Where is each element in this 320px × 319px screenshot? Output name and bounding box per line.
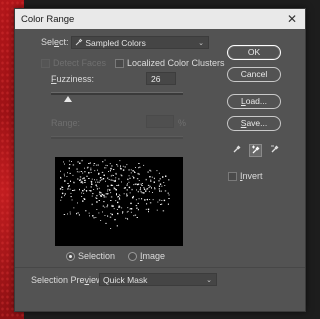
save-button[interactable]: Save... <box>227 116 281 131</box>
divider <box>15 267 305 268</box>
eyedropper-minus-icon[interactable] <box>268 144 281 157</box>
selection-preview-image <box>55 157 183 246</box>
range-label: Range: <box>51 118 81 128</box>
color-range-dialog: Color Range ✕ Select: Sampled Colors ⌄ D… <box>14 8 306 312</box>
image-radio[interactable] <box>128 252 137 261</box>
eyedropper-icon <box>75 38 85 48</box>
range-slider-track[interactable] <box>51 136 183 139</box>
title-bar: Color Range ✕ <box>15 9 305 29</box>
cancel-button[interactable]: Cancel <box>227 67 281 82</box>
range-unit: % <box>178 118 187 128</box>
selection-radio[interactable] <box>66 252 75 261</box>
selection-radio-label: Selection <box>78 251 116 261</box>
ok-button[interactable]: OK <box>227 45 281 60</box>
selection-preview-dropdown[interactable]: Quick Mask ⌄ <box>99 273 217 286</box>
selection-mask-speckles <box>59 159 170 229</box>
range-input[interactable] <box>146 115 174 128</box>
localized-clusters-label: Z Localized Color Clusters <box>124 58 225 68</box>
image-radio-label: Image <box>140 251 166 261</box>
invert-label: Invert <box>240 171 263 181</box>
chevron-down-icon: ⌄ <box>206 277 212 284</box>
selection-preview-label: Selection Preview: <box>31 275 106 285</box>
close-icon[interactable]: ✕ <box>287 12 297 26</box>
select-label: Select: <box>41 37 69 47</box>
dialog-title: Color Range <box>21 14 75 25</box>
select-dropdown[interactable]: Sampled Colors ⌄ <box>71 36 209 49</box>
invert-checkbox[interactable] <box>228 172 237 181</box>
fuzziness-slider-track[interactable] <box>51 92 183 95</box>
fuzziness-input[interactable]: 26 <box>146 72 176 85</box>
fuzziness-slider-thumb[interactable] <box>64 96 73 102</box>
select-value: Sampled Colors <box>85 38 146 48</box>
detect-faces-checkbox[interactable] <box>41 59 50 68</box>
detect-faces-label: Detect Faces <box>53 58 107 68</box>
selection-preview-value: Quick Mask <box>103 275 148 285</box>
load-button[interactable]: Load... <box>227 94 281 109</box>
eyedropper-plus-icon[interactable] <box>249 144 262 157</box>
fuzziness-label: Fuzziness: <box>51 74 95 84</box>
chevron-down-icon: ⌄ <box>198 40 204 47</box>
eyedropper-icon[interactable] <box>230 144 243 157</box>
